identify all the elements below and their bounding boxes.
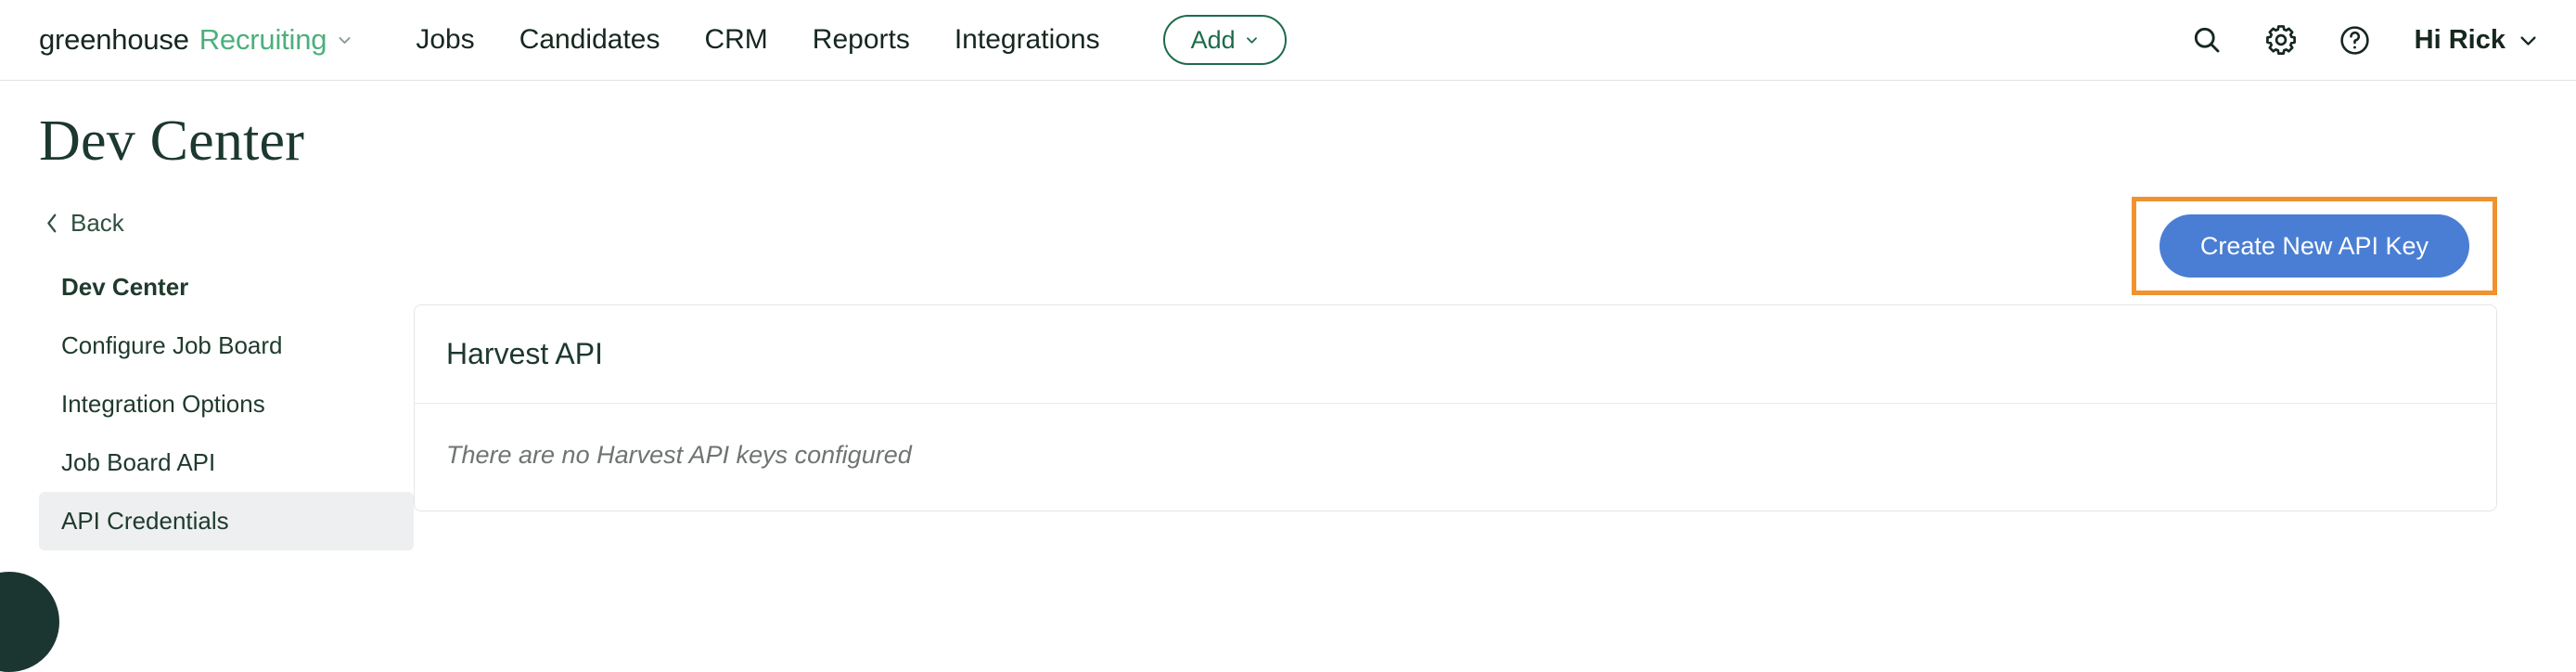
sidebar-item-integration-options[interactable]: Integration Options bbox=[39, 375, 414, 433]
brand-name-greenhouse: greenhouse bbox=[39, 23, 189, 57]
chevron-down-icon bbox=[1245, 33, 1259, 47]
harvest-api-panel-header: Harvest API bbox=[415, 305, 2496, 404]
harvest-api-title: Harvest API bbox=[446, 337, 2465, 371]
back-link[interactable]: Back bbox=[39, 209, 414, 238]
nav-link-candidates[interactable]: Candidates bbox=[497, 24, 683, 56]
page-title: Dev Center bbox=[0, 81, 2576, 174]
primary-nav-links: Jobs Candidates CRM Reports Integrations bbox=[393, 24, 1121, 56]
chat-widget-button[interactable] bbox=[0, 572, 59, 672]
main-column: Create New API Key Harvest API There are… bbox=[414, 174, 2576, 511]
highlight-annotation-box: Create New API Key bbox=[2132, 197, 2497, 295]
create-new-api-key-button[interactable]: Create New API Key bbox=[2159, 214, 2469, 278]
sidebar-item-dev-center[interactable]: Dev Center bbox=[39, 258, 414, 317]
question-circle-icon[interactable] bbox=[2337, 21, 2374, 58]
add-button[interactable]: Add bbox=[1163, 15, 1287, 65]
chevron-down-icon bbox=[337, 32, 352, 48]
secondary-sidebar: Back Dev Center Configure Job Board Inte… bbox=[39, 174, 414, 550]
chevron-left-icon bbox=[45, 212, 58, 235]
chevron-down-icon bbox=[2518, 30, 2539, 51]
nav-link-integrations[interactable]: Integrations bbox=[932, 24, 1122, 56]
sidebar-item-configure-job-board[interactable]: Configure Job Board bbox=[39, 317, 414, 375]
sidebar-item-api-credentials[interactable]: API Credentials bbox=[39, 492, 414, 550]
nav-link-crm[interactable]: CRM bbox=[682, 24, 789, 56]
nav-right-actions: Hi Rick bbox=[2188, 21, 2539, 58]
sidebar-item-job-board-api[interactable]: Job Board API bbox=[39, 433, 414, 492]
user-greeting-label: Hi Rick bbox=[2415, 25, 2506, 56]
brand-logo-menu[interactable]: greenhouse Recruiting bbox=[39, 23, 352, 57]
page-content: Back Dev Center Configure Job Board Inte… bbox=[0, 174, 2576, 550]
user-menu[interactable]: Hi Rick bbox=[2415, 25, 2539, 56]
main-actions-row: Create New API Key bbox=[414, 197, 2497, 295]
harvest-api-panel: Harvest API There are no Harvest API key… bbox=[414, 304, 2497, 511]
back-link-label: Back bbox=[70, 209, 124, 238]
top-navigation-bar: greenhouse Recruiting Jobs Candidates CR… bbox=[0, 0, 2576, 81]
harvest-api-empty-message: There are no Harvest API keys configured bbox=[446, 441, 2465, 470]
brand-product-recruiting: Recruiting bbox=[199, 23, 327, 57]
add-button-label: Add bbox=[1191, 26, 1236, 55]
nav-link-jobs[interactable]: Jobs bbox=[393, 24, 496, 56]
gear-icon[interactable] bbox=[2262, 21, 2300, 58]
harvest-api-panel-body: There are no Harvest API keys configured bbox=[415, 404, 2496, 510]
nav-link-reports[interactable]: Reports bbox=[790, 24, 932, 56]
search-icon[interactable] bbox=[2188, 21, 2225, 58]
